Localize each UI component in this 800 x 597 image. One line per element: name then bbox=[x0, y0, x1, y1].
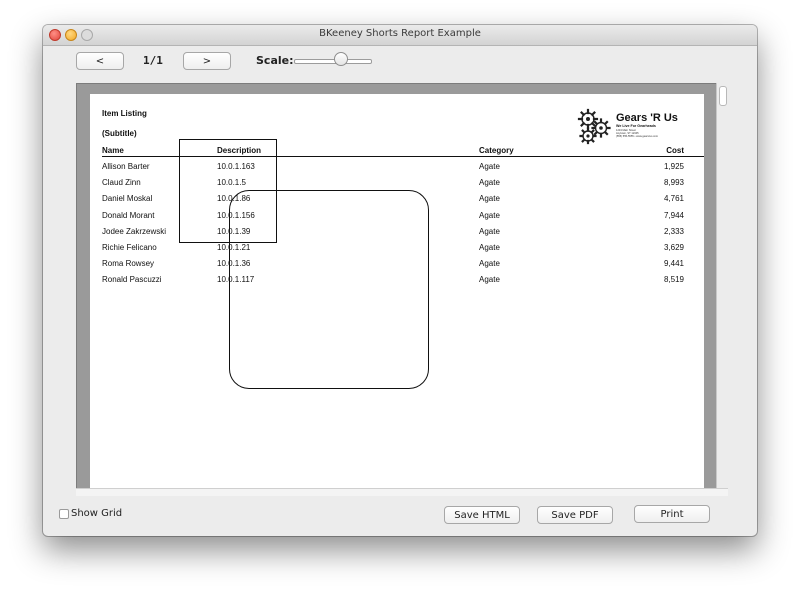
cell-category: Agate bbox=[479, 162, 500, 171]
cell-category: Agate bbox=[479, 275, 500, 285]
rounded-rectangle-shape bbox=[229, 190, 429, 389]
cell-name: Ronald Pascuzzi bbox=[102, 275, 162, 285]
cell-cost: 1,925 bbox=[663, 162, 684, 171]
cell-cost: 8,519 bbox=[663, 275, 684, 285]
report-subtitle: (Subtitle) bbox=[102, 129, 137, 138]
logo-contact-line: (555) 555-5555 • www.gearsrus.com bbox=[616, 135, 658, 138]
column-header-name: Name bbox=[102, 146, 124, 155]
cell-cost: 4,761 bbox=[663, 194, 684, 204]
show-grid-label[interactable]: Show Grid bbox=[71, 508, 122, 519]
gear-logo-icon bbox=[577, 108, 611, 145]
cell-cost: 3,629 bbox=[663, 243, 684, 252]
cell-name: Donald Morant bbox=[102, 210, 155, 220]
print-button[interactable]: Print bbox=[634, 505, 710, 523]
cell-cost: 8,993 bbox=[663, 178, 684, 188]
report-title: Item Listing bbox=[102, 109, 147, 118]
cell-name: Roma Rowsey bbox=[102, 259, 155, 269]
horizontal-scrollbar[interactable] bbox=[76, 488, 728, 496]
column-header-category: Category bbox=[479, 146, 514, 155]
cell-name: Claud Zinn bbox=[102, 178, 141, 188]
scale-label: Scale: bbox=[256, 54, 294, 67]
vertical-scrollbar[interactable] bbox=[716, 83, 728, 490]
previous-page-button[interactable]: < bbox=[76, 52, 124, 70]
scale-slider-knob[interactable] bbox=[334, 52, 348, 66]
cell-category: Agate bbox=[479, 194, 500, 204]
window-title: BKeeney Shorts Report Example bbox=[319, 28, 481, 39]
column-header-cost: Cost bbox=[666, 146, 684, 155]
save-pdf-button[interactable]: Save PDF bbox=[537, 506, 613, 524]
cell-name: Allison Barter bbox=[102, 162, 150, 171]
cell-category: Agate bbox=[479, 210, 500, 220]
cell-cost: 9,441 bbox=[663, 259, 684, 269]
page-counter: 1/1 bbox=[143, 54, 163, 67]
cell-cost: 7,944 bbox=[663, 210, 684, 220]
cell-category: Agate bbox=[479, 178, 500, 188]
cell-name: Jodee Zakrzewski bbox=[102, 226, 167, 236]
company-logo: Gears 'R Us We Live For Gearheads 1234 M… bbox=[574, 107, 704, 147]
scale-slider-track[interactable] bbox=[294, 59, 372, 64]
vertical-scroll-thumb[interactable] bbox=[719, 86, 727, 106]
cell-category: Agate bbox=[479, 259, 500, 269]
report-viewer-window: BKeeney Shorts Report Example < 1/1 > Sc… bbox=[43, 25, 757, 536]
report-page: Item Listing (Subtitle) Gears 'R Us We L… bbox=[90, 94, 704, 488]
logo-company-name: Gears 'R Us bbox=[616, 112, 678, 124]
cell-category: Agate bbox=[479, 226, 500, 236]
cell-name: Richie Felicano bbox=[102, 243, 157, 252]
cell-name: Daniel Moskal bbox=[102, 194, 153, 204]
cell-cost: 2,333 bbox=[663, 226, 684, 236]
show-grid-checkbox[interactable] bbox=[59, 509, 69, 519]
title-bar: BKeeney Shorts Report Example bbox=[43, 25, 757, 46]
logo-tagline: We Live For Gearheads bbox=[616, 124, 656, 128]
save-html-button[interactable]: Save HTML bbox=[444, 506, 520, 524]
cell-category: Agate bbox=[479, 243, 500, 252]
next-page-button[interactable]: > bbox=[183, 52, 231, 70]
